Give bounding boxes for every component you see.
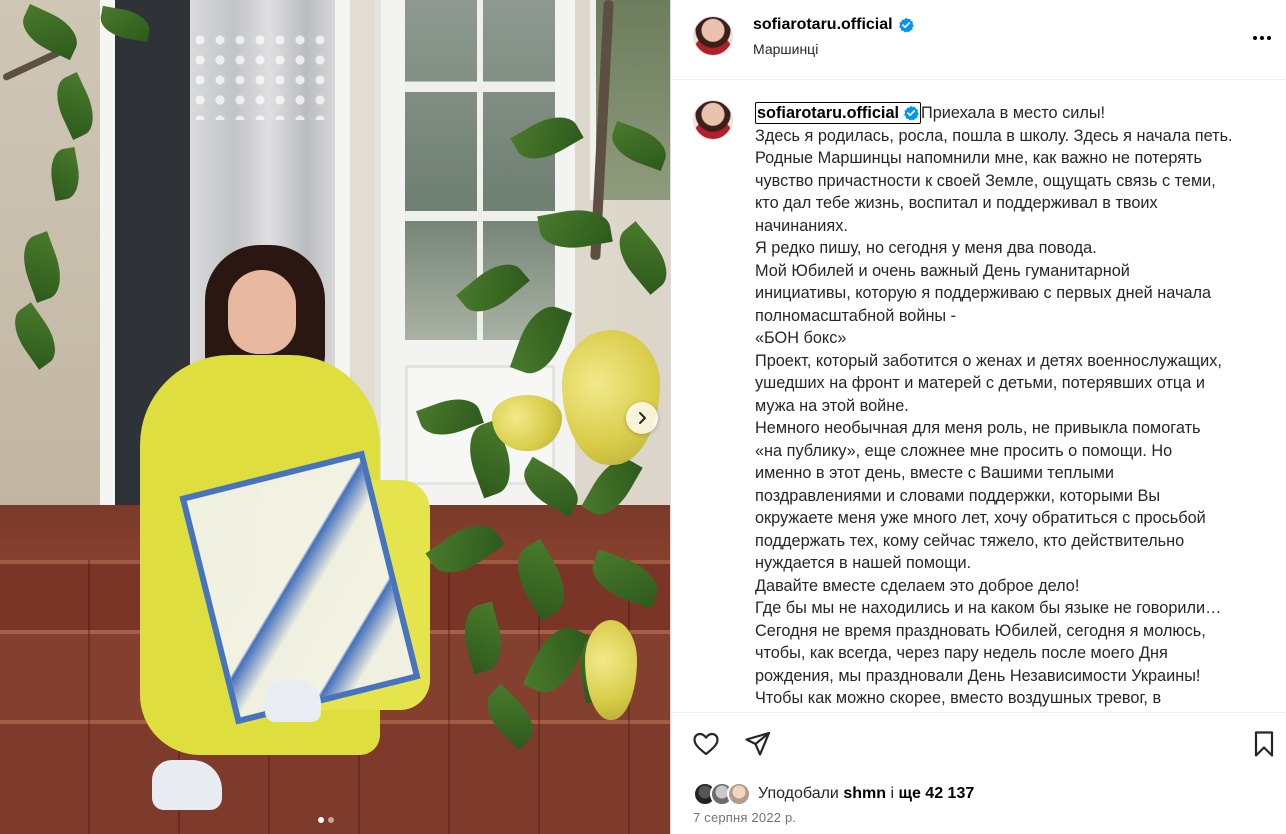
caption-line: мужа на этой войне. [755, 396, 909, 415]
caption-line: чтобы, как всегда, через пару недель пос… [755, 644, 1168, 662]
caption-line: Чтобы как можно скорее, вместо воздушных… [755, 689, 1162, 707]
caption-line: Мой Юбилей и очень важный День гуманитар… [755, 261, 1130, 280]
carousel-dot [328, 817, 334, 823]
caption-line: Давайте вместе сделаем это доброе дело! [755, 576, 1080, 595]
post-side-panel: sofiarotaru.official Маршинці sofiarotar… [670, 0, 1286, 834]
caption-line: Здесь я родилась, росла, пошла в школу. … [755, 126, 1233, 145]
caption-line: Родные Маршинцы напомнили мне, как важно… [755, 149, 1202, 167]
caption-line: поддержать тех, кому сейчас тяжело, кто … [755, 531, 1185, 550]
caption-line: кто дал тебе жизнь, воспитал и поддержив… [755, 194, 1158, 212]
photo-woman-face [228, 270, 296, 354]
caption-username-link[interactable]: sofiarotaru.official [755, 102, 922, 124]
photo-lace [190, 30, 335, 120]
post-actions [671, 712, 1286, 774]
more-dot [1253, 36, 1257, 40]
more-dot [1267, 36, 1271, 40]
caption-line: окружаете меня уже много лет, хочу обрат… [755, 509, 1206, 527]
post-header: sofiarotaru.official Маршинці [671, 0, 1286, 80]
caption-line: Приехала в место силы! [921, 104, 1106, 122]
caption-line: Я редко пишу, но сегодня у меня два пово… [755, 239, 1097, 257]
carousel-dots [318, 817, 334, 823]
more-dot [1260, 36, 1264, 40]
caption-line: Немного необычная для меня роль, не прив… [755, 419, 1201, 437]
caption-line: рождения, мы праздновали День Независимо… [755, 666, 1201, 685]
likes-count-link[interactable]: ще 42 137 [898, 785, 974, 802]
post-location-link[interactable]: Маршинці [753, 41, 818, 57]
caption-line: нуждается в нашей помощи. [755, 554, 972, 572]
caption-line: ушедших на фронт и матерей с детьми, пот… [755, 374, 1205, 392]
chevron-right-icon [639, 412, 646, 424]
caption-line: инициативы, которую я поддерживаю с перв… [755, 284, 1212, 302]
likes-prefix: Уподобали [758, 785, 839, 802]
caption-line: Где бы мы не находились и на каком бы яз… [755, 599, 1222, 617]
post-photo[interactable] [0, 0, 670, 834]
caption-line: начинаниях. [755, 216, 848, 235]
liker-username-link[interactable]: shmn [843, 785, 886, 802]
liker-avatar [727, 782, 751, 806]
more-options-icon[interactable] [1249, 26, 1275, 50]
caption-line: полномасштабной войны - [755, 306, 957, 325]
carousel-next-button[interactable] [626, 402, 658, 434]
paper-plane-icon[interactable] [743, 729, 773, 759]
caption-line: чувство причастности к своей Земле, ощущ… [755, 171, 1216, 190]
likes-summary[interactable]: Уподобали shmn і ще 42 137 [693, 782, 974, 806]
carousel-dot-active [318, 817, 324, 823]
heart-icon[interactable] [691, 729, 721, 759]
author-name-row: sofiarotaru.official [753, 16, 914, 34]
post-caption: sofiarotaru.official Приехала в место си… [755, 102, 1275, 710]
caption-author-avatar[interactable] [693, 100, 733, 140]
caption-line: именно в этот день, вместе с Вашими тепл… [755, 464, 1114, 482]
caption-line: «на публику», еще сложнее мне просить о … [755, 441, 1173, 460]
caption-scroll-area[interactable]: sofiarotaru.official Приехала в место си… [671, 81, 1286, 711]
caption-line: Проект, который заботится о женах и детя… [755, 351, 1222, 370]
caption-line: «БОН бокс» [755, 329, 847, 347]
likes-connector: і [890, 785, 894, 802]
author-avatar[interactable] [693, 16, 733, 56]
caption-first-line: sofiarotaru.official Приехала в место си… [755, 102, 1275, 125]
author-username-link[interactable]: sofiarotaru.official [753, 16, 893, 34]
verified-badge-icon [898, 17, 914, 33]
photo-sneaker [152, 760, 222, 810]
verified-badge-icon [904, 105, 919, 121]
likes-text: Уподобали shmn і ще 42 137 [758, 785, 974, 803]
caption-line: поздравлениями и словами поддержки, кото… [755, 486, 1161, 505]
post-date[interactable]: 7 серпня 2022 р. [693, 810, 796, 825]
photo-sneaker [265, 680, 321, 722]
caption-username: sofiarotaru.official [757, 104, 900, 122]
caption-line: Сегодня не время праздновать Юбилей, сег… [755, 621, 1206, 640]
bookmark-icon[interactable] [1249, 729, 1279, 759]
